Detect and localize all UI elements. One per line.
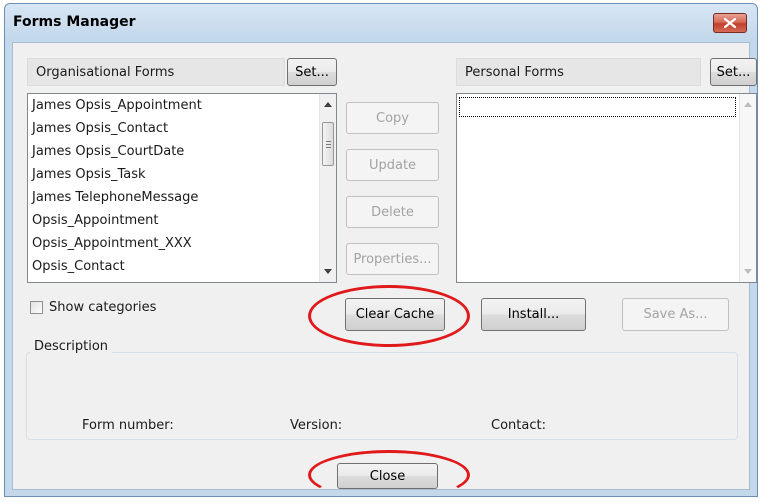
list-item[interactable]: Opsis_Appointment_XXX xyxy=(28,232,336,255)
scroll-down-icon[interactable] xyxy=(740,263,756,280)
personal-forms-label: Personal Forms xyxy=(456,58,701,86)
close-button[interactable]: Close xyxy=(337,463,438,489)
organisational-scrollbar[interactable] xyxy=(319,94,336,282)
install-button[interactable]: Install... xyxy=(481,298,586,331)
organisational-set-button[interactable]: Set... xyxy=(287,58,337,86)
close-icon xyxy=(724,18,736,28)
focus-rectangle xyxy=(459,97,736,117)
window-title: Forms Manager xyxy=(13,14,136,30)
list-item[interactable]: Opsis_Contact xyxy=(28,255,336,278)
list-item[interactable]: James Opsis_Appointment xyxy=(28,94,336,117)
contact-label: Contact: xyxy=(491,418,546,433)
list-item[interactable]: James Opsis_Task xyxy=(28,163,336,186)
dialog-body: Organisational Forms Set... James Opsis_… xyxy=(12,42,757,490)
window-close-button[interactable] xyxy=(713,13,747,33)
personal-forms-list[interactable] xyxy=(456,93,757,283)
update-button[interactable]: Update xyxy=(346,149,439,181)
form-number-label: Form number: xyxy=(82,418,174,433)
description-legend: Description xyxy=(30,339,113,354)
list-item[interactable]: Opsis_Appointment xyxy=(28,209,336,232)
copy-button[interactable]: Copy xyxy=(346,102,439,134)
version-label: Version: xyxy=(290,418,343,433)
organisational-forms-list[interactable]: James Opsis_Appointment James Opsis_Conta… xyxy=(27,93,337,283)
organisational-forms-items: James Opsis_Appointment James Opsis_Conta… xyxy=(28,94,336,278)
list-item[interactable]: James Opsis_Contact xyxy=(28,117,336,140)
properties-button[interactable]: Properties... xyxy=(346,243,439,275)
organisational-forms-label: Organisational Forms xyxy=(27,58,285,86)
organisational-scroll-thumb[interactable] xyxy=(322,122,334,166)
show-categories-checkbox[interactable] xyxy=(30,301,43,314)
scroll-up-icon[interactable] xyxy=(320,96,336,113)
list-item[interactable]: James TelephoneMessage xyxy=(28,186,336,209)
show-categories-label: Show categories xyxy=(49,300,157,315)
save-as-button[interactable]: Save As... xyxy=(622,298,729,331)
scroll-down-icon[interactable] xyxy=(320,263,336,280)
clear-cache-button[interactable]: Clear Cache xyxy=(345,298,445,331)
personal-scrollbar[interactable] xyxy=(739,94,756,282)
list-item[interactable]: James Opsis_CourtDate xyxy=(28,140,336,163)
forms-manager-window: Forms Manager Organisational Forms Set..… xyxy=(4,3,758,500)
show-categories-option[interactable]: Show categories xyxy=(30,300,156,315)
delete-button[interactable]: Delete xyxy=(346,196,439,228)
scroll-up-icon[interactable] xyxy=(740,96,756,113)
title-bar[interactable]: Forms Manager xyxy=(5,4,757,42)
personal-set-button[interactable]: Set... xyxy=(710,58,757,86)
